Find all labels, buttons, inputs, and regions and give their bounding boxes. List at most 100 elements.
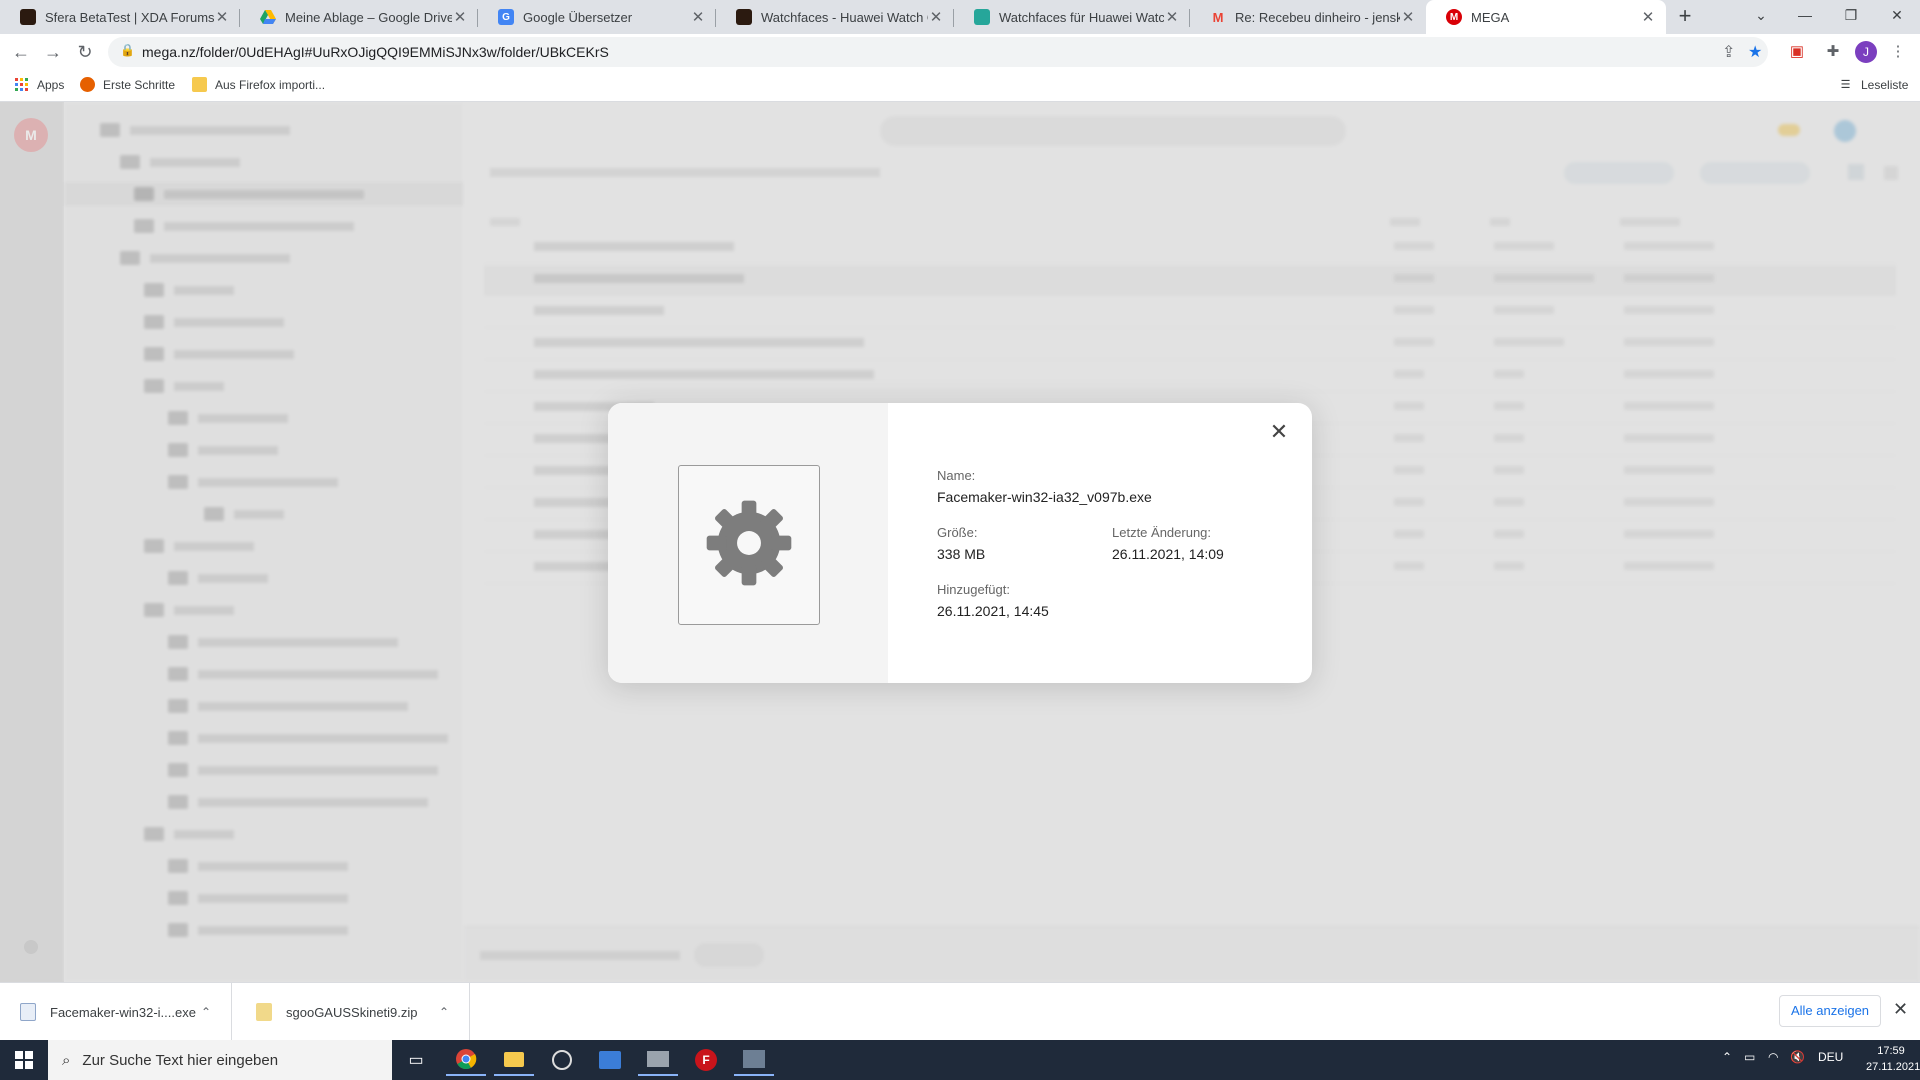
tab-title: Watchfaces - Huawei Watch GT/…	[761, 9, 928, 25]
filezilla-icon[interactable]: F	[686, 1044, 726, 1076]
chevron-up-icon[interactable]: ⌃	[201, 1005, 231, 1019]
tab-title: MEGA	[1471, 9, 1510, 25]
close-icon[interactable]: ✕	[1893, 999, 1908, 1020]
obs-icon[interactable]	[542, 1044, 582, 1076]
close-icon[interactable]: ✕	[214, 8, 230, 26]
tab-strip: Sfera BetaTest | XDA Forums ✕ Meine Abla…	[0, 0, 1920, 34]
wifi-icon[interactable]: ◠	[1768, 1050, 1778, 1064]
modified-label: Letzte Änderung:	[1112, 525, 1212, 540]
size-value: 338 MB	[937, 546, 986, 562]
mega-icon: M	[1446, 9, 1462, 25]
name-value: Facemaker-win32-ia32_v097b.exe	[937, 489, 1152, 505]
close-icon[interactable]: ✕	[1164, 8, 1180, 26]
bookmark-label: Erste Schritte	[103, 77, 176, 92]
battery-icon[interactable]: ▭	[1744, 1050, 1755, 1064]
tab-google-translate[interactable]: G Google Übersetzer ✕	[478, 0, 716, 34]
close-icon[interactable]: ✕	[1400, 8, 1416, 26]
windows-icon	[15, 1051, 33, 1069]
windows-start-button[interactable]	[0, 1040, 48, 1080]
clock-time: 17:59	[1877, 1045, 1905, 1057]
clock[interactable]: 17:59 27.11.2021	[1866, 1043, 1920, 1075]
tab-mega[interactable]: M MEGA ✕	[1426, 0, 1666, 34]
reading-list[interactable]: ☰ Leseliste	[1838, 77, 1909, 92]
bookmark-erste-schritte[interactable]: Erste Schritte	[80, 77, 175, 92]
download-item[interactable]: sgooGAUSSkineti9.zip ⌃	[232, 983, 470, 1041]
share-icon[interactable]: ⇪	[1722, 42, 1735, 62]
mega-page: M ✕ Name: Facemaker-win32-ia32_v097b.exe…	[0, 102, 1920, 982]
extension-icon[interactable]: ▣	[1786, 41, 1808, 63]
google-translate-icon: G	[498, 9, 514, 25]
chrome-icon[interactable]	[446, 1044, 486, 1076]
app-icon[interactable]	[590, 1044, 630, 1076]
address-bar[interactable]: 🔒 mega.nz/folder/0UdEHAgI#UuRxOJigQQI9EM…	[108, 37, 1768, 67]
taskbar: ⌕ Zur Suche Text hier eingeben ▭ F ⌃ ▭ ◠…	[0, 1040, 1920, 1080]
bookmark-label: Aus Firefox importi...	[215, 77, 326, 92]
tab-watchfaces-huawei[interactable]: Watchfaces für Huawei Watch G… ✕	[954, 0, 1190, 34]
avatar[interactable]: J	[1855, 41, 1877, 63]
xda-icon	[20, 9, 36, 25]
bookmark-firefox-import[interactable]: Aus Firefox importi...	[192, 77, 325, 92]
url-text: mega.nz/folder/0UdEHAgI#UuRxOJigQQI9EMMi…	[142, 44, 609, 60]
xda-icon	[736, 9, 752, 25]
menu-icon[interactable]: ⋮	[1887, 41, 1909, 63]
download-name: sgooGAUSSkineti9.zip	[286, 1004, 418, 1020]
tab-title: Google Übersetzer	[523, 9, 633, 25]
bookmark-apps[interactable]: Apps	[14, 77, 64, 92]
thumbnail-pane	[608, 403, 888, 683]
close-icon[interactable]: ✕	[452, 8, 468, 26]
forward-button[interactable]: →	[40, 39, 66, 65]
tab-xda-forums[interactable]: Sfera BetaTest | XDA Forums ✕	[0, 0, 240, 34]
search-placeholder: Zur Suche Text hier eingeben	[82, 1051, 279, 1069]
taskbar-search[interactable]: ⌕ Zur Suche Text hier eingeben	[48, 1040, 392, 1080]
tab-gmail[interactable]: M Re: Recebeu dinheiro - jenskw6… ✕	[1190, 0, 1426, 34]
app-icon[interactable]	[638, 1044, 678, 1076]
lock-icon: 🔒	[120, 43, 135, 57]
tab-watchfaces-xda[interactable]: Watchfaces - Huawei Watch GT/… ✕	[716, 0, 954, 34]
close-icon[interactable]: ✕	[1640, 8, 1656, 26]
folder-icon	[192, 77, 207, 92]
download-name: Facemaker-win32-i....exe	[50, 1004, 196, 1020]
download-bar: Facemaker-win32-i....exe ⌃ sgooGAUSSkine…	[0, 982, 1920, 1041]
back-button[interactable]: ←	[8, 39, 34, 65]
clock-date: 27.11.2021	[1866, 1061, 1920, 1073]
gear-icon	[703, 497, 795, 594]
minimize-button[interactable]: —	[1782, 0, 1828, 34]
close-dialog-button[interactable]: ✕	[1266, 419, 1292, 445]
close-window-button[interactable]: ✕	[1874, 0, 1920, 34]
added-value: 26.11.2021, 14:45	[937, 603, 1049, 619]
puzzle-icon[interactable]: ✚	[1822, 41, 1844, 63]
show-all-downloads-button[interactable]: Alle anzeigen	[1779, 995, 1881, 1027]
reload-button[interactable]: ↻	[72, 39, 98, 65]
file-thumbnail	[678, 465, 820, 625]
watch-icon	[974, 9, 990, 25]
apps-grid-icon	[14, 77, 29, 92]
size-label: Größe:	[937, 525, 978, 540]
close-icon[interactable]: ✕	[690, 8, 706, 26]
chevron-up-icon[interactable]: ⌃	[439, 1005, 469, 1019]
download-item[interactable]: Facemaker-win32-i....exe ⌃	[0, 983, 232, 1041]
exe-file-icon	[20, 1003, 36, 1021]
tab-google-drive[interactable]: Meine Ablage – Google Drive ✕	[240, 0, 478, 34]
language-indicator[interactable]: DEU	[1818, 1050, 1843, 1064]
app-icon[interactable]	[734, 1044, 774, 1076]
tab-search-icon[interactable]: ⌄	[1738, 0, 1784, 34]
tab-title: Re: Recebeu dinheiro - jenskw6…	[1235, 9, 1400, 25]
restore-button[interactable]: ❐	[1828, 0, 1874, 34]
chevron-up-icon[interactable]: ⌃	[1722, 1050, 1732, 1064]
file-explorer-icon[interactable]	[494, 1044, 534, 1076]
tab-title: Sfera BetaTest | XDA Forums	[45, 9, 214, 25]
tab-title: Meine Ablage – Google Drive	[285, 9, 452, 25]
close-icon[interactable]: ✕	[928, 8, 944, 26]
tab-title: Watchfaces für Huawei Watch G…	[999, 9, 1164, 25]
volume-muted-icon[interactable]: 🔇	[1790, 1050, 1805, 1064]
reading-list-label: Leseliste	[1861, 77, 1909, 92]
toolbar: ← → ↻ 🔒 mega.nz/folder/0UdEHAgI#UuRxOJig…	[0, 34, 1920, 70]
gmail-icon: M	[1212, 9, 1224, 25]
new-tab-button[interactable]: +	[1672, 5, 1698, 29]
bookmark-star-icon[interactable]: ★	[1748, 42, 1762, 62]
file-info-dialog: ✕ Name: Facemaker-win32-ia32_v097b.exe G…	[608, 403, 1312, 683]
bookmark-label: Apps	[37, 77, 65, 92]
name-label: Name:	[937, 468, 976, 483]
task-view-icon[interactable]: ▭	[396, 1044, 436, 1076]
browser-chrome: Sfera BetaTest | XDA Forums ✕ Meine Abla…	[0, 0, 1920, 102]
